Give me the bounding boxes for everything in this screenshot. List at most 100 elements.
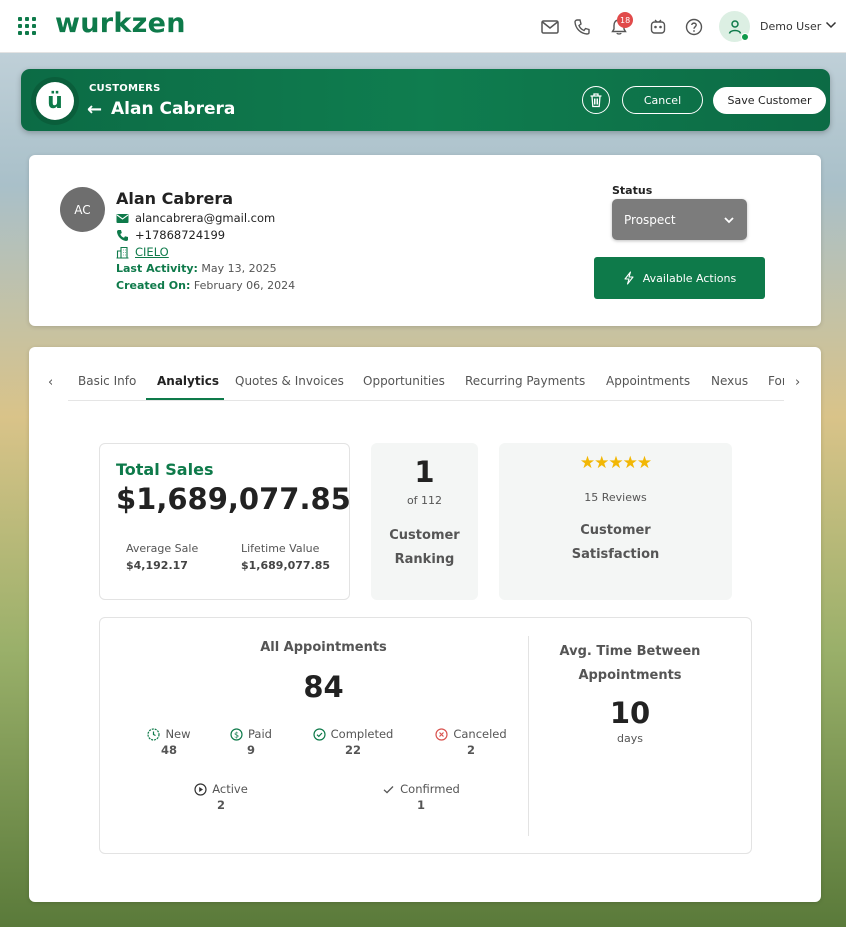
customer-phone-row: +17868724199 xyxy=(116,228,225,242)
appointments-total: 84 xyxy=(303,670,344,704)
customer-email[interactable]: alancabrera@gmail.com xyxy=(135,211,275,225)
stat-confirmed-label: Confirmed xyxy=(400,782,460,796)
user-icon xyxy=(728,19,741,34)
phone-icon[interactable] xyxy=(572,17,592,37)
customer-satisfaction-card: ★★★★★ 15 Reviews Customer Satisfaction xyxy=(499,443,732,600)
reviews-count: 15 Reviews xyxy=(584,491,647,504)
back-arrow-icon[interactable]: ← xyxy=(87,99,102,120)
checkmark-icon xyxy=(383,785,394,794)
last-activity: Last Activity: May 13, 2025 xyxy=(116,262,277,275)
app-logo[interactable]: wurkzen xyxy=(55,8,186,39)
stat-completed: Completed 22 xyxy=(303,727,403,757)
svg-text:$: $ xyxy=(234,730,239,739)
stat-completed-label: Completed xyxy=(330,727,394,741)
tab-scroll-left-icon[interactable]: ‹ xyxy=(48,375,53,390)
stat-paid: $ Paid 9 xyxy=(201,727,301,757)
available-actions-label: Available Actions xyxy=(642,271,737,285)
phone-icon xyxy=(117,229,128,241)
ranking-label: Customer Ranking xyxy=(371,524,478,572)
avg-time-title: Avg. Time Between Appointments xyxy=(540,640,720,688)
tab-quotes-invoices[interactable]: Quotes & Invoices xyxy=(235,374,344,388)
chevron-down-icon xyxy=(724,216,734,223)
customer-avatar: AC xyxy=(60,187,105,232)
stat-canceled-label: Canceled xyxy=(453,727,507,741)
stat-paid-value: 9 xyxy=(246,743,255,757)
clock-icon xyxy=(147,727,161,741)
mail-icon[interactable] xyxy=(540,17,560,37)
stat-canceled-value: 2 xyxy=(466,743,475,757)
total-sales-value: $1,689,077.85 xyxy=(116,482,351,516)
lightning-icon xyxy=(624,271,634,285)
status-value: Prospect xyxy=(624,212,676,227)
building-icon xyxy=(116,246,129,259)
tab-bar: ‹ Basic Info Analytics Quotes & Invoices… xyxy=(29,367,821,401)
created-on-value: February 06, 2024 xyxy=(193,279,296,292)
save-customer-button[interactable]: Save Customer xyxy=(713,87,826,114)
tab-appointments[interactable]: Appointments xyxy=(606,374,690,388)
stat-new-label: New xyxy=(165,727,191,741)
tab-nexus[interactable]: Nexus xyxy=(711,374,748,388)
customer-ranking-card: 1 of 112 Customer Ranking xyxy=(371,443,478,600)
status-dropdown[interactable]: Prospect xyxy=(612,199,747,240)
tab-analytics[interactable]: Analytics xyxy=(157,374,219,388)
email-icon xyxy=(116,213,129,223)
user-avatar[interactable] xyxy=(719,11,750,42)
active-tab-indicator xyxy=(146,398,224,400)
trash-icon xyxy=(590,93,602,108)
customer-name: Alan Cabrera xyxy=(116,189,234,208)
vertical-divider xyxy=(528,636,529,836)
tab-scroll-right-icon[interactable]: › xyxy=(795,375,800,390)
brand-logo-icon: ü xyxy=(31,77,79,125)
robot-icon[interactable] xyxy=(648,17,668,37)
delete-button[interactable] xyxy=(582,86,610,114)
page-title: Alan Cabrera xyxy=(111,99,236,119)
appointments-card: All Appointments 84 New 48 $ Paid 9 Comp… xyxy=(99,617,752,854)
total-sales-label: Total Sales xyxy=(116,460,214,479)
tab-forms[interactable]: For xyxy=(768,374,784,388)
online-status-dot xyxy=(741,33,749,41)
ranking-label-line-1: Customer xyxy=(389,528,460,543)
top-navigation-bar: wurkzen 18 Demo User xyxy=(0,0,846,53)
apps-grid-icon[interactable] xyxy=(18,17,36,35)
customer-header-banner: ü CUSTOMERS ← Alan Cabrera Cancel Save C… xyxy=(21,69,830,131)
status-label: Status xyxy=(612,184,653,197)
x-circle-icon xyxy=(435,727,448,741)
ranking-label-line-2: Ranking xyxy=(394,552,455,567)
avg-time-unit: days xyxy=(617,732,643,745)
stat-active-label: Active xyxy=(212,782,248,796)
avg-time-title-line-1: Avg. Time Between xyxy=(559,644,701,659)
tab-opportunities[interactable]: Opportunities xyxy=(363,374,445,388)
customer-email-row: alancabrera@gmail.com xyxy=(116,211,275,225)
analytics-card: ‹ Basic Info Analytics Quotes & Invoices… xyxy=(29,347,821,902)
tab-basic-info[interactable]: Basic Info xyxy=(78,374,136,388)
customer-summary-card: AC Alan Cabrera alancabrera@gmail.com +1… xyxy=(29,155,821,326)
created-on-label: Created On: xyxy=(116,279,191,292)
help-icon[interactable] xyxy=(684,17,704,37)
avg-time-title-line-2: Appointments xyxy=(578,668,682,683)
customer-phone[interactable]: +17868724199 xyxy=(135,228,225,242)
chevron-down-icon[interactable] xyxy=(825,19,837,31)
created-on: Created On: February 06, 2024 xyxy=(116,279,295,292)
stat-confirmed: Confirmed 1 xyxy=(371,782,471,812)
satisfaction-label: Customer Satisfaction xyxy=(499,519,732,567)
stat-completed-value: 22 xyxy=(344,743,361,757)
dollar-icon: $ xyxy=(230,727,243,741)
stat-active-value: 2 xyxy=(216,798,225,812)
tab-strip: Basic Info Analytics Quotes & Invoices O… xyxy=(68,367,784,401)
star-rating-icon: ★★★★★ xyxy=(579,453,652,473)
avg-time-value: 10 xyxy=(609,696,651,730)
stat-paid-label: Paid xyxy=(248,727,272,741)
ranking-value: 1 xyxy=(414,455,435,489)
available-actions-button[interactable]: Available Actions xyxy=(594,257,765,299)
satisfaction-label-line-1: Customer xyxy=(580,523,651,538)
lifetime-value-label: Lifetime Value xyxy=(241,542,320,555)
user-name-label[interactable]: Demo User xyxy=(760,20,821,33)
stat-canceled: Canceled 2 xyxy=(421,727,521,757)
cancel-button[interactable]: Cancel xyxy=(622,86,703,114)
customer-company-link[interactable]: CIELO xyxy=(135,245,169,259)
tab-recurring-payments[interactable]: Recurring Payments xyxy=(465,374,585,388)
check-circle-icon xyxy=(313,727,326,741)
breadcrumb[interactable]: CUSTOMERS xyxy=(89,83,160,94)
last-activity-label: Last Activity: xyxy=(116,262,198,275)
appointments-title: All Appointments xyxy=(260,640,387,655)
